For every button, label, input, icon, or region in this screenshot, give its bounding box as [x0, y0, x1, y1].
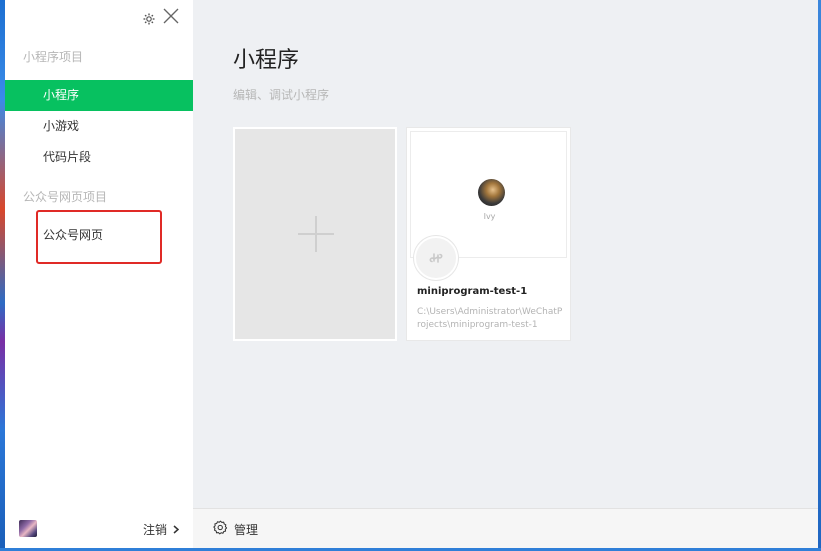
- owner-avatar: [478, 179, 505, 206]
- highlight-annotation: [36, 210, 162, 264]
- close-icon[interactable]: [163, 8, 179, 24]
- bottom-bar: 管理: [193, 508, 818, 548]
- owner-name: Ivy: [483, 212, 496, 221]
- project-name: miniprogram-test-1: [417, 286, 528, 297]
- project-card[interactable]: Ivy miniprogram-test-1 C:\Users\Administ…: [406, 127, 571, 341]
- page-subtitle: 编辑、调试小程序: [233, 88, 330, 102]
- section-title-official-account: 公众号网页项目: [23, 190, 108, 204]
- sidebar-item-code-snippet[interactable]: 代码片段: [5, 142, 193, 173]
- manage-label: 管理: [234, 522, 259, 537]
- sidebar-item-miniprogram[interactable]: 小程序: [5, 80, 193, 111]
- logout-label: 注销: [142, 523, 167, 537]
- page-title: 小程序: [233, 48, 300, 73]
- main-content: 小程序 编辑、调试小程序 Ivy miniprogram-test-1 C:\U…: [193, 0, 818, 508]
- plus-icon-vertical: [315, 216, 317, 252]
- window-controls: [143, 7, 179, 25]
- chevron-right-icon: [173, 523, 180, 537]
- sidebar: 小程序项目 小程序 小游戏 代码片段 公众号网页项目 公众号网页 注销: [5, 0, 193, 548]
- avatar[interactable]: [19, 520, 37, 537]
- sidebar-item-minigame[interactable]: 小游戏: [5, 111, 193, 142]
- gear-icon: [213, 520, 228, 538]
- section-title-miniprogram: 小程序项目: [23, 50, 84, 64]
- logout-button[interactable]: 注销: [142, 521, 180, 538]
- new-project-card[interactable]: [233, 127, 397, 341]
- miniprogram-logo-icon: [414, 236, 458, 280]
- project-path: C:\Users\Administrator\WeChatProjects\mi…: [417, 307, 563, 330]
- manage-button[interactable]: 管理: [213, 520, 258, 538]
- gear-icon[interactable]: [143, 10, 155, 25]
- sidebar-footer: 注销: [5, 513, 193, 545]
